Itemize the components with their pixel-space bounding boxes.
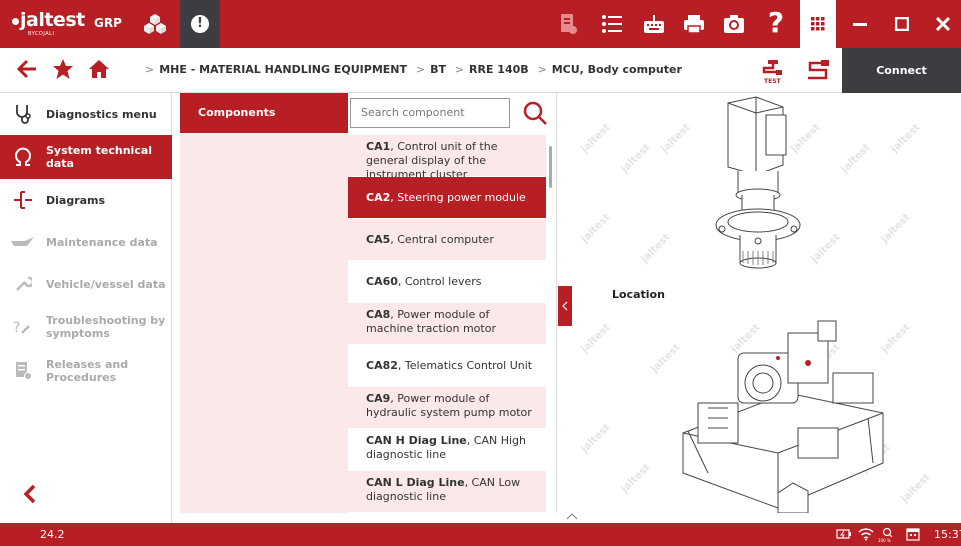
cubes-icon[interactable] [143, 12, 167, 36]
status-bar: 24.2 100 % 15:37 [0, 523, 961, 546]
keyboard-icon[interactable] [642, 12, 666, 36]
collapse-detail-button[interactable] [558, 286, 572, 326]
sidebar-item-label: Maintenance data [46, 235, 158, 249]
sidebar: Diagnostics menu System technical data D… [0, 93, 172, 523]
sidebar-item-diagrams[interactable]: Diagrams [0, 179, 172, 221]
collapse-sidebar-icon[interactable] [20, 482, 40, 506]
top-bar: jaltest BYCOJALI GRP ! ? [0, 0, 961, 48]
sidebar-item-label: Vehicle/vessel data [46, 277, 166, 291]
location-label: Location [612, 288, 665, 301]
printer-icon[interactable] [682, 12, 706, 36]
watermark: jaltest [579, 211, 613, 246]
grid-apps-icon [811, 17, 825, 31]
help-icon[interactable]: ? [764, 6, 788, 39]
search-icon[interactable] [522, 100, 548, 126]
list-icon[interactable] [600, 12, 624, 36]
calendar-icon [906, 528, 920, 541]
list-item[interactable]: CA60, Control levers [348, 261, 546, 303]
list-scrollbar[interactable] [549, 146, 552, 188]
components-filter-column [180, 133, 348, 513]
sidebar-item-label: Releases and Procedures [46, 358, 129, 384]
battery-charging-icon [836, 529, 851, 539]
list-item[interactable]: CA9, Power module of hydraulic system pu… [348, 387, 546, 429]
maximize-icon [895, 17, 909, 31]
watermark: jaltest [879, 211, 913, 246]
breadcrumb: > MHE - MATERIAL HANDLING EQUIPMENT > BT >… [145, 63, 682, 76]
watermark: jaltest [579, 121, 613, 156]
grid-apps-button[interactable] [800, 0, 836, 48]
list-item-selected[interactable]: CA2, Steering power module [348, 177, 546, 219]
components-header: Components [180, 93, 348, 133]
list-item[interactable]: CAN H Diag Line, CAN High diagnostic lin… [348, 429, 546, 471]
procedures-icon [16, 362, 32, 380]
zoom-level: 100 % [878, 538, 891, 543]
sidebar-item-troubleshooting: ? Troubleshooting by symptoms [0, 305, 172, 349]
component-image [715, 96, 801, 269]
plug-connection-icon[interactable] [806, 58, 832, 84]
omega-icon [15, 147, 31, 166]
watermark: jaltest [839, 141, 873, 176]
version-label: 24.2 [40, 528, 65, 541]
diagram-icon [14, 191, 32, 209]
favorite-star-icon[interactable] [52, 58, 74, 80]
minimize-icon [853, 23, 867, 26]
home-icon[interactable] [88, 58, 110, 80]
breadcrumb-item[interactable]: MCU, Body computer [552, 63, 682, 76]
troubleshoot-icon: ? [13, 320, 30, 336]
sidebar-item-label: Troubleshooting by symptoms [46, 314, 166, 340]
list-item[interactable]: CA82, Telematics Control Unit [348, 345, 546, 387]
jaltest-logo: jaltest BYCOJALI [12, 9, 85, 37]
chevron-up-icon[interactable] [566, 512, 578, 520]
sidebar-item-system-technical-data[interactable]: System technical data [0, 135, 172, 179]
sidebar-item-label: Diagnostics menu [46, 107, 157, 121]
logo-text: jaltest [20, 9, 85, 31]
sidebar-item-maintenance-data: Maintenance data [0, 221, 172, 263]
wrench-icon [16, 276, 32, 291]
watermark: jaltest [579, 421, 613, 456]
stethoscope-icon [16, 105, 31, 124]
list-item[interactable]: CAN L Diag Line, CAN Low diagnostic line [348, 471, 546, 513]
sidebar-item-releases-procedures: Releases and Procedures [0, 349, 172, 393]
list-item[interactable]: CA1, Control unit of the general display… [348, 135, 546, 181]
report-icon[interactable] [556, 12, 580, 36]
sidebar-item-label: Diagrams [46, 193, 106, 207]
maximize-button[interactable] [884, 0, 920, 48]
watermark: jaltest [639, 231, 673, 266]
breadcrumb-item[interactable]: BT [430, 63, 446, 76]
group-label: GRP [94, 16, 122, 30]
watermark: jaltest [889, 121, 923, 156]
clock: 15:37 [934, 528, 961, 541]
logo-subtext: BYCOJALI [28, 31, 55, 37]
breadcrumb-item[interactable]: MHE - MATERIAL HANDLING EQUIPMENT [159, 63, 407, 76]
alert-icon: ! [191, 15, 209, 33]
alert-tab[interactable]: ! [180, 0, 220, 48]
watermark: jaltest [579, 321, 613, 356]
minimize-button[interactable] [842, 0, 878, 48]
component-detail-pane: jaltest jaltest jaltest jaltest jaltest … [558, 93, 961, 513]
close-button[interactable] [925, 0, 961, 48]
location-image [682, 320, 884, 513]
sidebar-item-label: System technical data [46, 144, 153, 170]
oil-can-icon [11, 237, 34, 246]
camera-icon[interactable] [722, 12, 746, 36]
connect-button[interactable]: Connect [842, 48, 961, 93]
back-arrow-icon[interactable] [16, 58, 38, 80]
chevron-left-icon [562, 301, 568, 311]
watermark: jaltest [659, 121, 693, 156]
list-item[interactable]: CA5, Central computer [348, 219, 546, 261]
sidebar-item-diagnostics-menu[interactable]: Diagnostics menu [0, 93, 172, 135]
search-input[interactable]: Search component [350, 98, 510, 128]
breadcrumb-item[interactable]: RRE 140B [469, 63, 529, 76]
svg-text:?: ? [13, 320, 20, 336]
wifi-icon [858, 528, 874, 541]
svg-text:TEST: TEST [764, 78, 782, 84]
watermark: jaltest [619, 461, 653, 496]
list-item[interactable]: CA8, Power module of machine traction mo… [348, 303, 546, 345]
plug-test-icon[interactable]: TEST [760, 58, 786, 84]
watermark: jaltest [619, 141, 653, 176]
sidebar-item-vehicle-vessel-data: Vehicle/vessel data [0, 263, 172, 305]
close-icon [935, 16, 951, 32]
